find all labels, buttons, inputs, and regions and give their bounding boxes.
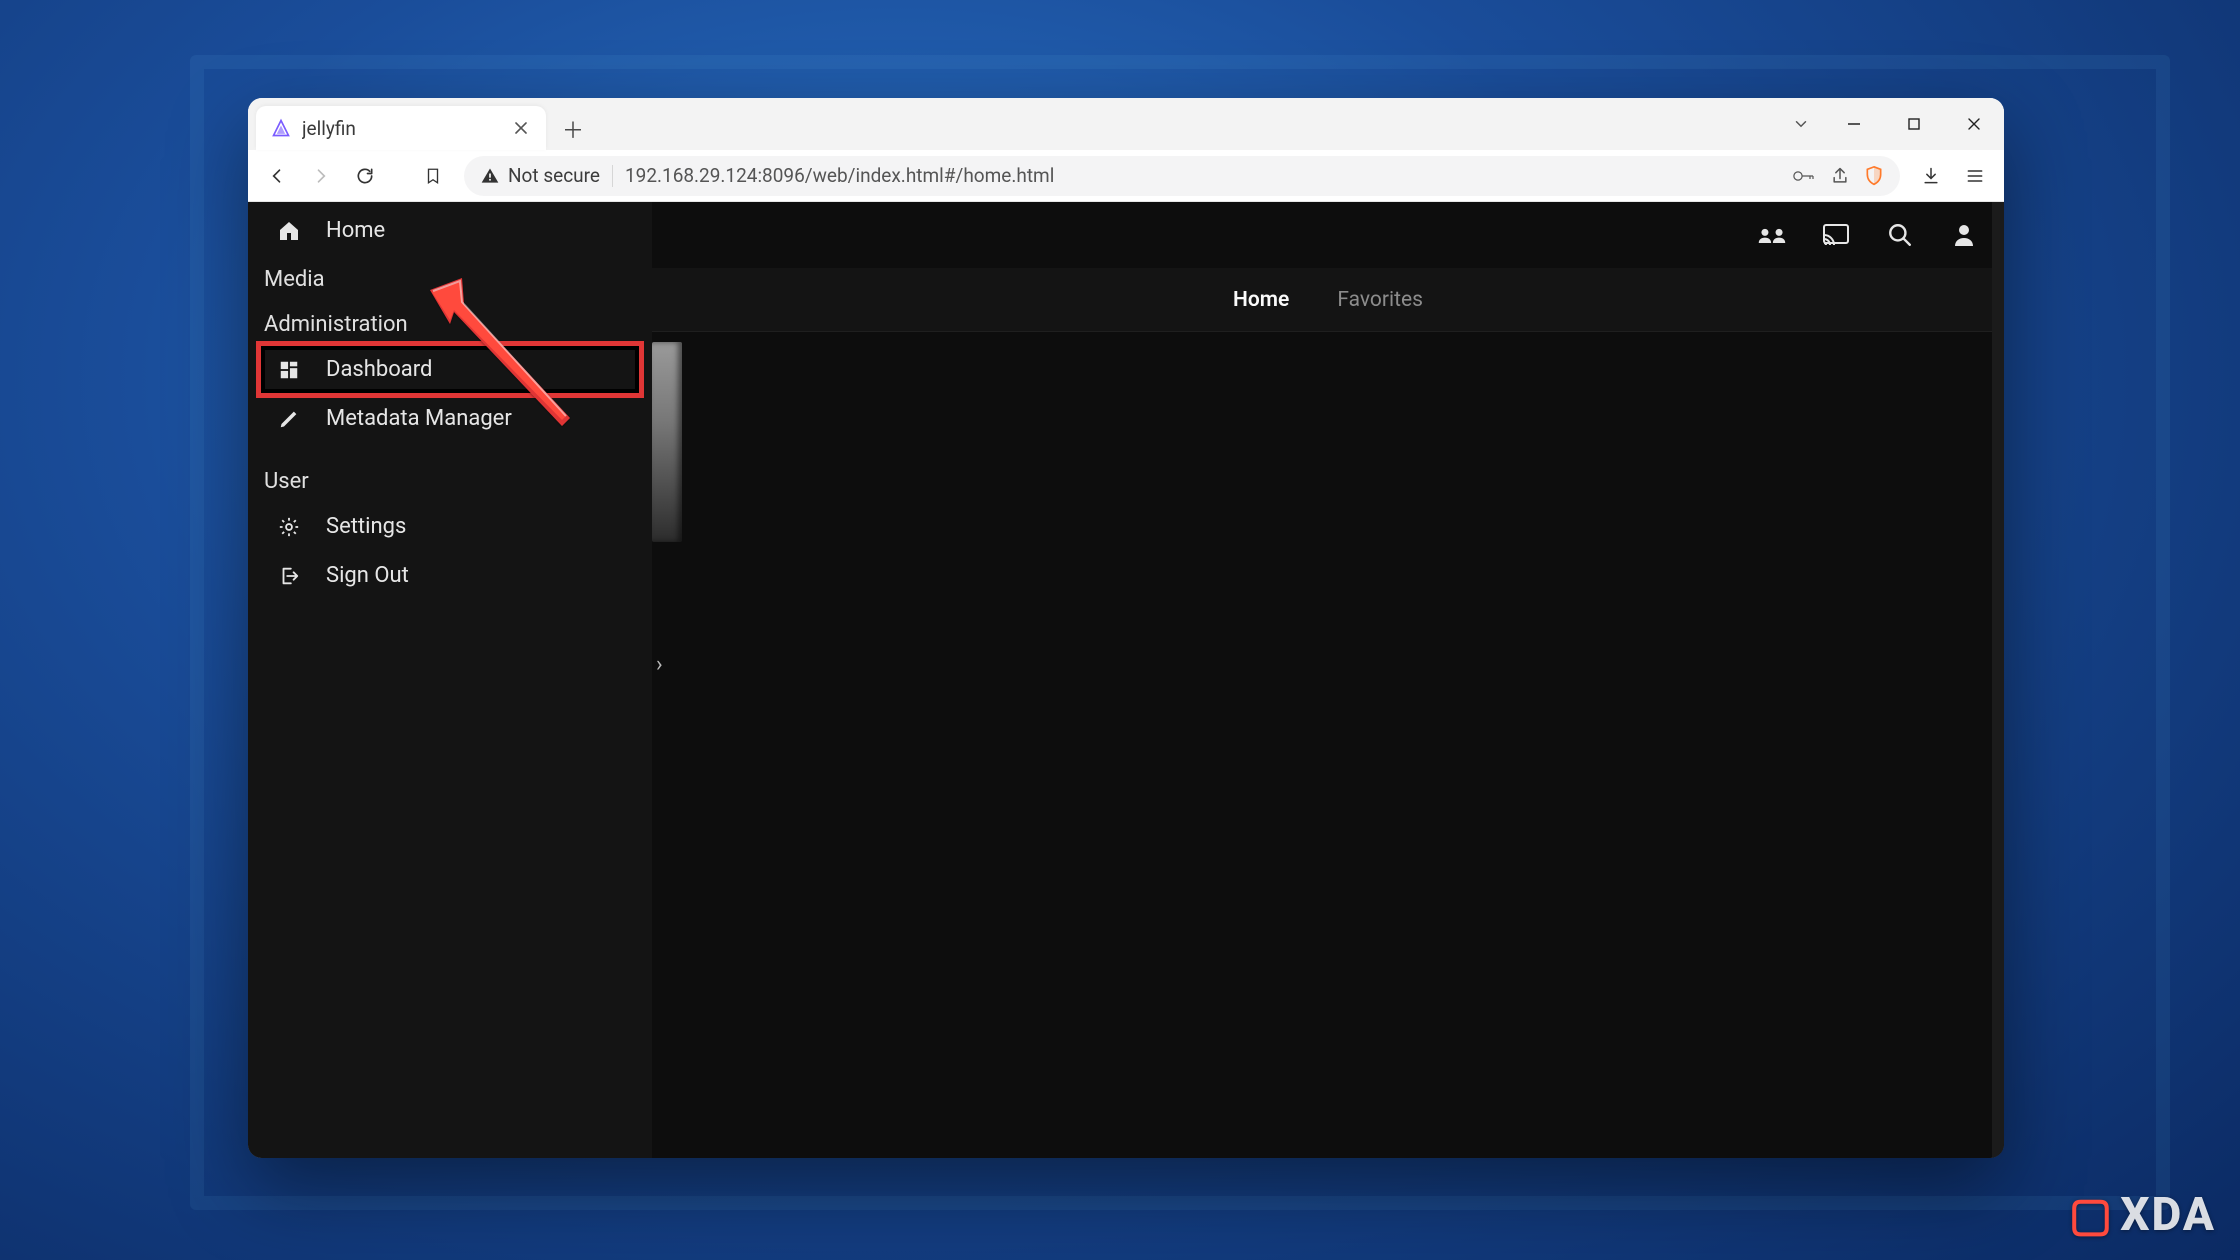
sidebar-section-administration: Administration [248, 300, 652, 345]
security-label: Not secure [508, 164, 600, 187]
main-content: Home Favorites › [652, 202, 2004, 1158]
sidebar-item-label: Dashboard [326, 357, 432, 382]
edit-icon [274, 408, 304, 430]
sidebar-item-metadata-manager[interactable]: Metadata Manager [248, 394, 652, 443]
window-maximize-button[interactable] [1884, 98, 1944, 150]
sidebar-section-media: Media [248, 255, 652, 300]
new-tab-button[interactable]: ＋ [556, 112, 590, 146]
sidebar-item-label: Metadata Manager [326, 406, 512, 431]
window-controls [1778, 98, 2004, 150]
downloads-button[interactable] [1912, 157, 1950, 195]
sidebar-section-user: User [248, 457, 652, 502]
content-area: › [652, 332, 2004, 1158]
cast-icon[interactable] [1818, 217, 1854, 253]
url-text: 192.168.29.124:8096/web/index.html#/home… [625, 164, 1780, 187]
share-icon[interactable] [1830, 166, 1850, 186]
chevron-right-icon[interactable]: › [656, 652, 663, 677]
browser-menu-button[interactable] [1956, 157, 1994, 195]
tab-home[interactable]: Home [1231, 282, 1291, 318]
watermark-icon: ▢ [2069, 1187, 2114, 1242]
sidebar-item-home[interactable]: Home [248, 206, 652, 255]
tab-overflow-button[interactable] [1778, 98, 1824, 150]
warning-icon [480, 166, 500, 186]
window-close-button[interactable] [1944, 98, 2004, 150]
window-minimize-button[interactable] [1824, 98, 1884, 150]
browser-toolbar: Not secure 192.168.29.124:8096/web/index… [248, 150, 2004, 202]
browser-tab[interactable]: jellyfin [256, 106, 546, 150]
tab-title: jellyfin [302, 117, 500, 140]
gear-icon [274, 516, 304, 538]
content-tabs: Home Favorites [652, 268, 2004, 332]
tab-close-button[interactable] [510, 117, 532, 139]
jellyfin-app: Home Media Administration Dashboard Meta… [248, 202, 2004, 1158]
bookmark-button[interactable] [414, 157, 452, 195]
user-icon[interactable] [1946, 217, 1982, 253]
sidebar: Home Media Administration Dashboard Meta… [248, 202, 652, 1158]
browser-window: jellyfin ＋ [248, 98, 2004, 1158]
sidebar-item-label: Settings [326, 514, 406, 539]
sidebar-item-settings[interactable]: Settings [248, 502, 652, 551]
dashboard-icon [274, 359, 304, 381]
signout-icon [274, 565, 304, 587]
tab-favorites[interactable]: Favorites [1335, 282, 1425, 318]
sync-play-icon[interactable] [1754, 217, 1790, 253]
media-thumbnail-clipped[interactable] [652, 342, 682, 542]
brave-shield-icon[interactable] [1864, 165, 1884, 187]
jellyfin-favicon-icon [270, 117, 292, 139]
watermark: ▢ XDA [2069, 1187, 2216, 1242]
sidebar-item-dashboard[interactable]: Dashboard [248, 345, 652, 394]
scrollbar[interactable] [1992, 202, 2004, 1158]
nav-reload-button[interactable] [346, 157, 384, 195]
address-bar[interactable]: Not secure 192.168.29.124:8096/web/index… [464, 156, 1900, 196]
app-topbar [652, 202, 2004, 268]
nav-forward-button[interactable] [302, 157, 340, 195]
watermark-text: XDA [2120, 1188, 2216, 1242]
search-icon[interactable] [1882, 217, 1918, 253]
security-indicator[interactable]: Not secure [480, 164, 600, 187]
sidebar-item-label: Sign Out [326, 563, 409, 588]
sidebar-item-signout[interactable]: Sign Out [248, 551, 652, 600]
sidebar-item-label: Home [326, 218, 385, 243]
key-icon[interactable] [1792, 167, 1816, 185]
tab-strip: jellyfin ＋ [248, 98, 2004, 150]
home-icon [274, 219, 304, 243]
nav-back-button[interactable] [258, 157, 296, 195]
